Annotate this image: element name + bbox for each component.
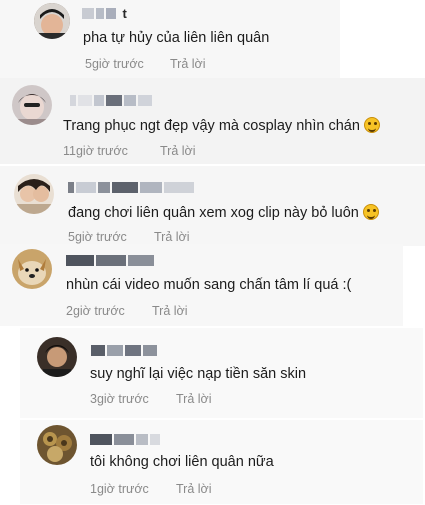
comment-time: 5giờ trước [68, 230, 127, 244]
avatar[interactable] [37, 337, 77, 377]
avatar[interactable] [12, 249, 52, 289]
comment-text-content: đang chơi liên quân xem xog clip này bỏ … [68, 205, 359, 221]
avatar[interactable] [14, 174, 54, 214]
username-text: t [122, 6, 127, 21]
comment-time: 11giờ trước [63, 144, 128, 158]
reply-link[interactable]: Trả lời [176, 482, 212, 496]
username-blurred[interactable]: t [82, 6, 127, 21]
reply-link[interactable]: Trả lời [170, 57, 206, 71]
comment-item: đang chơi liên quân xem xog clip này bỏ … [0, 166, 425, 246]
username-blurred[interactable] [70, 95, 154, 106]
comment-item: tôi không chơi liên quân nữa 1giờ trước … [20, 420, 423, 504]
comment-text: suy nghĩ lại việc nạp tiền săn skin [90, 366, 307, 382]
comment-item: nhùn cái video muốn sang chấn tâm lí quá… [0, 244, 403, 326]
comment-text: đang chơi liên quân xem xog clip này bỏ … [68, 204, 379, 221]
comment-time: 5giờ trước [85, 57, 144, 71]
comment-item: suy nghĩ lại việc nạp tiền săn skin 3giờ… [20, 328, 423, 418]
reply-link[interactable]: Trả lời [154, 230, 190, 244]
username-blurred[interactable] [68, 182, 196, 193]
comment-text: tôi không chơi liên quân nữa [90, 454, 274, 470]
comment-text: nhùn cái video muốn sang chấn tâm lí quá… [66, 277, 352, 293]
username-blurred[interactable] [66, 255, 156, 266]
comment-time: 1giờ trước [90, 482, 149, 496]
comment-text: Trang phục ngt đẹp vậy mà cosplay nhìn c… [63, 117, 380, 134]
comment-time: 2giờ trước [66, 304, 125, 318]
reply-link[interactable]: Trả lời [152, 304, 188, 318]
reply-link[interactable]: Trả lời [160, 144, 196, 158]
comment-item: t pha tự hủy của liên liên quân 5giờ trư… [0, 0, 340, 78]
comment-text-content: Trang phục ngt đẹp vậy mà cosplay nhìn c… [63, 118, 360, 134]
smirk-emoji-icon [362, 204, 379, 220]
username-blurred[interactable] [91, 345, 159, 356]
reply-link[interactable]: Trả lời [176, 392, 212, 406]
laughing-tears-emoji-icon [363, 117, 380, 133]
avatar[interactable] [12, 85, 52, 125]
comment-text: pha tự hủy của liên liên quân [83, 30, 270, 46]
username-blurred[interactable] [90, 434, 162, 445]
comment-time: 3giờ trước [90, 392, 149, 406]
comment-item: Trang phục ngt đẹp vậy mà cosplay nhìn c… [0, 78, 425, 164]
avatar[interactable] [34, 3, 70, 39]
avatar[interactable] [37, 425, 77, 465]
